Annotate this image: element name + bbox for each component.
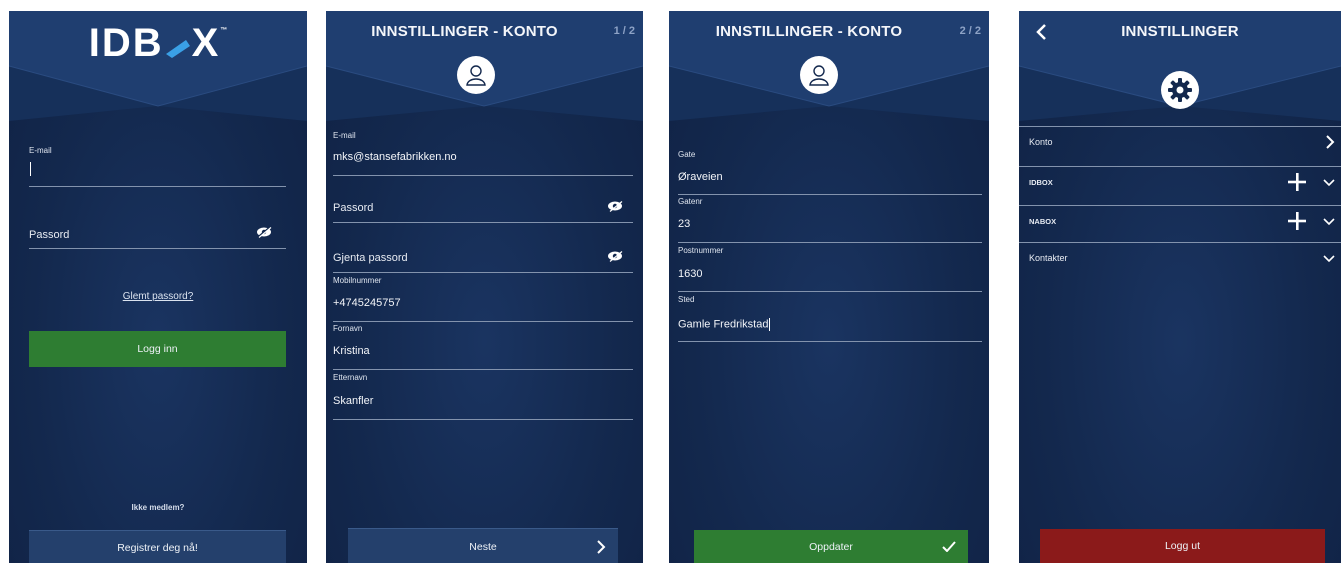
lastname-value: Skanfler [333, 395, 374, 407]
email-label: E-mail [29, 146, 52, 155]
settings-screen: INNSTILLINGER Konto IDBOX NABOX Kontakte… [1019, 11, 1341, 563]
firstname-label: Fornavn [333, 324, 363, 333]
update-button[interactable]: Oppdater [694, 530, 968, 563]
logout-button[interactable]: Logg ut [1040, 529, 1325, 563]
plus-icon[interactable] [1287, 172, 1307, 192]
text-cursor [769, 318, 771, 331]
menu-item-nabox[interactable]: NABOX [1019, 205, 1341, 236]
email-label: E-mail [333, 131, 356, 140]
plus-icon[interactable] [1287, 211, 1307, 231]
street-number-field[interactable]: Gatenr 23 [678, 197, 982, 243]
menu-item-idbox[interactable]: IDBOX [1019, 166, 1341, 197]
idbox-logo: IDB X™ [88, 21, 228, 65]
not-member-text: Ikke medlem? [131, 503, 185, 512]
menu-item-label: Konto [1029, 137, 1053, 147]
menu-item-label: NABOX [1029, 217, 1057, 226]
update-label: Oppdater [809, 540, 853, 553]
step-indicator: 2 / 2 [959, 25, 981, 37]
menu-item-kontakter[interactable]: Kontakter [1019, 242, 1341, 273]
postal-code-label: Postnummer [678, 246, 724, 255]
postal-code-field[interactable]: Postnummer 1630 [678, 246, 982, 292]
mobile-label: Mobilnummer [333, 276, 382, 285]
menu-item-label: Kontakter [1029, 253, 1068, 263]
password-field[interactable]: Passord [29, 216, 286, 249]
chevron-right-icon [1326, 135, 1335, 149]
email-value: mks@stansefabrikken.no [333, 151, 457, 163]
chevron-right-icon [597, 540, 606, 554]
menu-item-konto[interactable]: Konto [1019, 126, 1341, 157]
page-title: INNSTILLINGER - KONTO [371, 23, 558, 40]
page-title: INNSTILLINGER - KONTO [715, 23, 903, 40]
user-icon [466, 65, 486, 86]
place-field[interactable]: Sted Gamle Fredrikstad [678, 295, 982, 342]
place-label: Sted [678, 295, 695, 304]
firstname-field[interactable]: Fornavn Kristina [333, 324, 633, 370]
lastname-label: Etternavn [333, 373, 368, 382]
login-button[interactable]: Logg inn [29, 331, 286, 367]
street-field[interactable]: Gate Øraveien [678, 150, 982, 195]
hide-password-icon[interactable] [607, 200, 623, 212]
chevron-down-icon[interactable] [1323, 255, 1335, 263]
password-placeholder: Passord [333, 202, 374, 214]
forgot-password-link[interactable]: Glemt passord? [9, 291, 307, 302]
gear-icon [1168, 78, 1192, 102]
next-label: Neste [469, 540, 497, 553]
street-number-label: Gatenr [678, 197, 703, 206]
repeat-password-placeholder: Gjenta passord [333, 252, 408, 264]
email-field[interactable]: E-mail mks@stansefabrikken.no [333, 131, 633, 176]
chevron-down-icon[interactable] [1323, 218, 1335, 226]
user-icon [809, 65, 829, 86]
lastname-field[interactable]: Etternavn Skanfler [333, 373, 633, 420]
avatar [457, 56, 495, 94]
mobile-value: +4745245757 [333, 297, 401, 309]
postal-code-value: 1630 [678, 268, 703, 280]
avatar [800, 56, 838, 94]
checkmark-icon [942, 541, 956, 552]
chevron-down-icon[interactable] [1323, 179, 1335, 187]
page-title: INNSTILLINGER [1121, 23, 1239, 40]
register-button[interactable]: Registrer deg nå! [29, 530, 286, 563]
account-settings-step1-screen: INNSTILLINGER - KONTO 1 / 2 E-mail mks@s… [326, 11, 643, 563]
street-label: Gate [678, 150, 696, 159]
password-field[interactable]: Passord [333, 189, 633, 223]
settings-badge [1161, 71, 1199, 109]
mobile-field[interactable]: Mobilnummer +4745245757 [333, 276, 633, 322]
hide-password-icon[interactable] [256, 226, 272, 238]
hide-password-icon[interactable] [607, 250, 623, 262]
login-screen: IDB X™ E-mail Passord Glemt passord? Logg… [9, 11, 307, 563]
email-field[interactable]: E-mail [29, 146, 286, 187]
password-placeholder: Passord [29, 229, 70, 241]
text-cursor [30, 162, 31, 176]
street-number-value: 23 [678, 218, 691, 230]
menu-item-label: IDBOX [1029, 178, 1053, 187]
account-settings-step2-screen: INNSTILLINGER - KONTO 2 / 2 Gate Øraveie… [669, 11, 989, 563]
repeat-password-field[interactable]: Gjenta passord [333, 239, 633, 273]
place-value: Gamle Fredrikstad [678, 318, 771, 331]
next-button[interactable]: Neste [348, 528, 618, 563]
street-value: Øraveien [678, 171, 723, 183]
logo-arrow-icon [165, 40, 190, 59]
firstname-value: Kristina [333, 345, 370, 357]
step-indicator: 1 / 2 [613, 25, 635, 37]
